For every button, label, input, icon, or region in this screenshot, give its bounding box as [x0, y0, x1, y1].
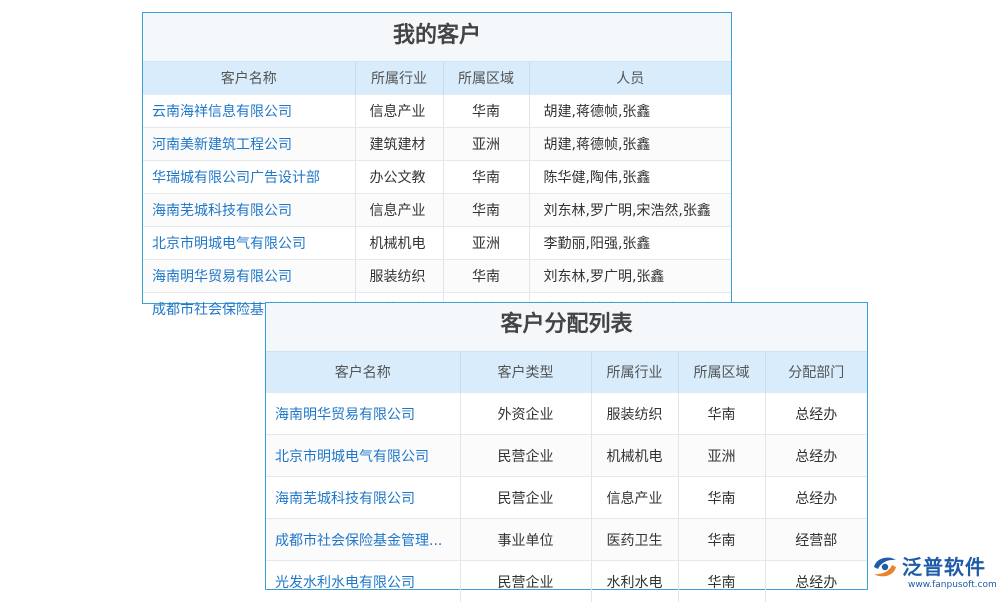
industry-cell: 办公文教 — [355, 161, 443, 194]
department-cell: 经营部 — [765, 519, 867, 561]
column-header-people[interactable]: 人员 — [529, 62, 731, 95]
table-header-row: 客户名称 客户类型 所属行业 所属区域 分配部门 — [266, 352, 867, 393]
logo-url: www.fanpusoft.com — [908, 580, 997, 590]
industry-cell: 水利水电 — [591, 561, 678, 602]
fanpu-logo: 泛普软件 www.fanpusoft.com — [868, 551, 994, 596]
column-header-department[interactable]: 分配部门 — [765, 352, 867, 393]
industry-cell: 信息产业 — [591, 477, 678, 519]
column-header-industry[interactable]: 所属行业 — [591, 352, 678, 393]
table-row[interactable]: 成都市社会保险基金管理... 事业单位 医药卫生 华南 经营部 — [266, 519, 867, 561]
my-customers-panel: 我的客户 客户名称 所属行业 所属区域 人员 云南海祥信息有限公司 信息产业 华… — [142, 12, 732, 304]
customer-type-cell: 民营企业 — [460, 561, 591, 602]
customer-name-link[interactable]: 海南芜城科技有限公司 — [143, 194, 355, 227]
region-cell: 华南 — [443, 260, 529, 293]
department-cell: 总经办 — [765, 435, 867, 477]
industry-cell: 服装纺织 — [355, 260, 443, 293]
table-row[interactable]: 云南海祥信息有限公司 信息产业 华南 胡建,蒋德帧,张鑫 — [143, 95, 731, 128]
my-customers-title: 我的客户 — [143, 13, 731, 62]
industry-cell: 机械机电 — [355, 227, 443, 260]
customer-name-link[interactable]: 河南美新建筑工程公司 — [143, 128, 355, 161]
department-cell: 总经办 — [765, 561, 867, 602]
my-customers-table: 客户名称 所属行业 所属区域 人员 云南海祥信息有限公司 信息产业 华南 胡建,… — [143, 62, 731, 325]
table-row[interactable]: 河南美新建筑工程公司 建筑建材 亚洲 胡建,蒋德帧,张鑫 — [143, 128, 731, 161]
column-header-industry[interactable]: 所属行业 — [355, 62, 443, 95]
customer-type-cell: 民营企业 — [460, 477, 591, 519]
industry-cell: 服装纺织 — [591, 393, 678, 435]
customer-name-link[interactable]: 海南芜城科技有限公司 — [266, 477, 460, 519]
customer-name-link[interactable]: 海南明华贸易有限公司 — [143, 260, 355, 293]
industry-cell: 建筑建材 — [355, 128, 443, 161]
table-row[interactable]: 海南明华贸易有限公司 外资企业 服装纺织 华南 总经办 — [266, 393, 867, 435]
table-row[interactable]: 海南芜城科技有限公司 信息产业 华南 刘东林,罗广明,宋浩然,张鑫 — [143, 194, 731, 227]
column-header-region[interactable]: 所属区域 — [443, 62, 529, 95]
customer-name-link[interactable]: 海南明华贸易有限公司 — [266, 393, 460, 435]
region-cell: 华南 — [443, 95, 529, 128]
region-cell: 华南 — [678, 561, 765, 602]
people-cell: 李勤丽,阳强,张鑫 — [529, 227, 731, 260]
customer-type-cell: 事业单位 — [460, 519, 591, 561]
fanpu-logo-icon — [870, 553, 900, 581]
column-header-customer-name[interactable]: 客户名称 — [266, 352, 460, 393]
industry-cell: 信息产业 — [355, 194, 443, 227]
industry-cell: 信息产业 — [355, 95, 443, 128]
region-cell: 华南 — [443, 161, 529, 194]
table-row[interactable]: 北京市明城电气有限公司 民营企业 机械机电 亚洲 总经办 — [266, 435, 867, 477]
table-row[interactable]: 海南明华贸易有限公司 服装纺织 华南 刘东林,罗广明,张鑫 — [143, 260, 731, 293]
customer-name-link[interactable]: 成都市社会保险基金管理... — [266, 519, 460, 561]
logo-name: 泛普软件 — [902, 551, 986, 580]
people-cell: 胡建,蒋德帧,张鑫 — [529, 128, 731, 161]
industry-cell: 医药卫生 — [591, 519, 678, 561]
table-row[interactable]: 海南芜城科技有限公司 民营企业 信息产业 华南 总经办 — [266, 477, 867, 519]
department-cell: 总经办 — [765, 393, 867, 435]
allocation-table: 客户名称 客户类型 所属行业 所属区域 分配部门 海南明华贸易有限公司 外资企业… — [266, 352, 867, 602]
customer-name-link[interactable]: 光发水利水电有限公司 — [266, 561, 460, 602]
table-row[interactable]: 北京市明城电气有限公司 机械机电 亚洲 李勤丽,阳强,张鑫 — [143, 227, 731, 260]
customer-allocation-panel: 客户分配列表 客户名称 客户类型 所属行业 所属区域 分配部门 海南明华贸易有限… — [265, 302, 868, 590]
department-cell: 总经办 — [765, 477, 867, 519]
table-header-row: 客户名称 所属行业 所属区域 人员 — [143, 62, 731, 95]
customer-type-cell: 民营企业 — [460, 435, 591, 477]
people-cell: 刘东林,罗广明,张鑫 — [529, 260, 731, 293]
region-cell: 亚洲 — [443, 128, 529, 161]
column-header-customer-name[interactable]: 客户名称 — [143, 62, 355, 95]
customer-name-link[interactable]: 云南海祥信息有限公司 — [143, 95, 355, 128]
region-cell: 亚洲 — [443, 227, 529, 260]
region-cell: 华南 — [678, 477, 765, 519]
people-cell: 刘东林,罗广明,宋浩然,张鑫 — [529, 194, 731, 227]
industry-cell: 机械机电 — [591, 435, 678, 477]
people-cell: 陈华健,陶伟,张鑫 — [529, 161, 731, 194]
customer-name-link[interactable]: 华瑞城有限公司广告设计部 — [143, 161, 355, 194]
customer-type-cell: 外资企业 — [460, 393, 591, 435]
region-cell: 亚洲 — [678, 435, 765, 477]
region-cell: 华南 — [678, 519, 765, 561]
column-header-region[interactable]: 所属区域 — [678, 352, 765, 393]
table-row[interactable]: 光发水利水电有限公司 民营企业 水利水电 华南 总经办 — [266, 561, 867, 602]
customer-name-link[interactable]: 北京市明城电气有限公司 — [266, 435, 460, 477]
allocation-list-title: 客户分配列表 — [266, 303, 867, 352]
region-cell: 华南 — [443, 194, 529, 227]
people-cell: 胡建,蒋德帧,张鑫 — [529, 95, 731, 128]
table-row[interactable]: 华瑞城有限公司广告设计部 办公文教 华南 陈华健,陶伟,张鑫 — [143, 161, 731, 194]
customer-name-link[interactable]: 北京市明城电气有限公司 — [143, 227, 355, 260]
region-cell: 华南 — [678, 393, 765, 435]
column-header-customer-type[interactable]: 客户类型 — [460, 352, 591, 393]
